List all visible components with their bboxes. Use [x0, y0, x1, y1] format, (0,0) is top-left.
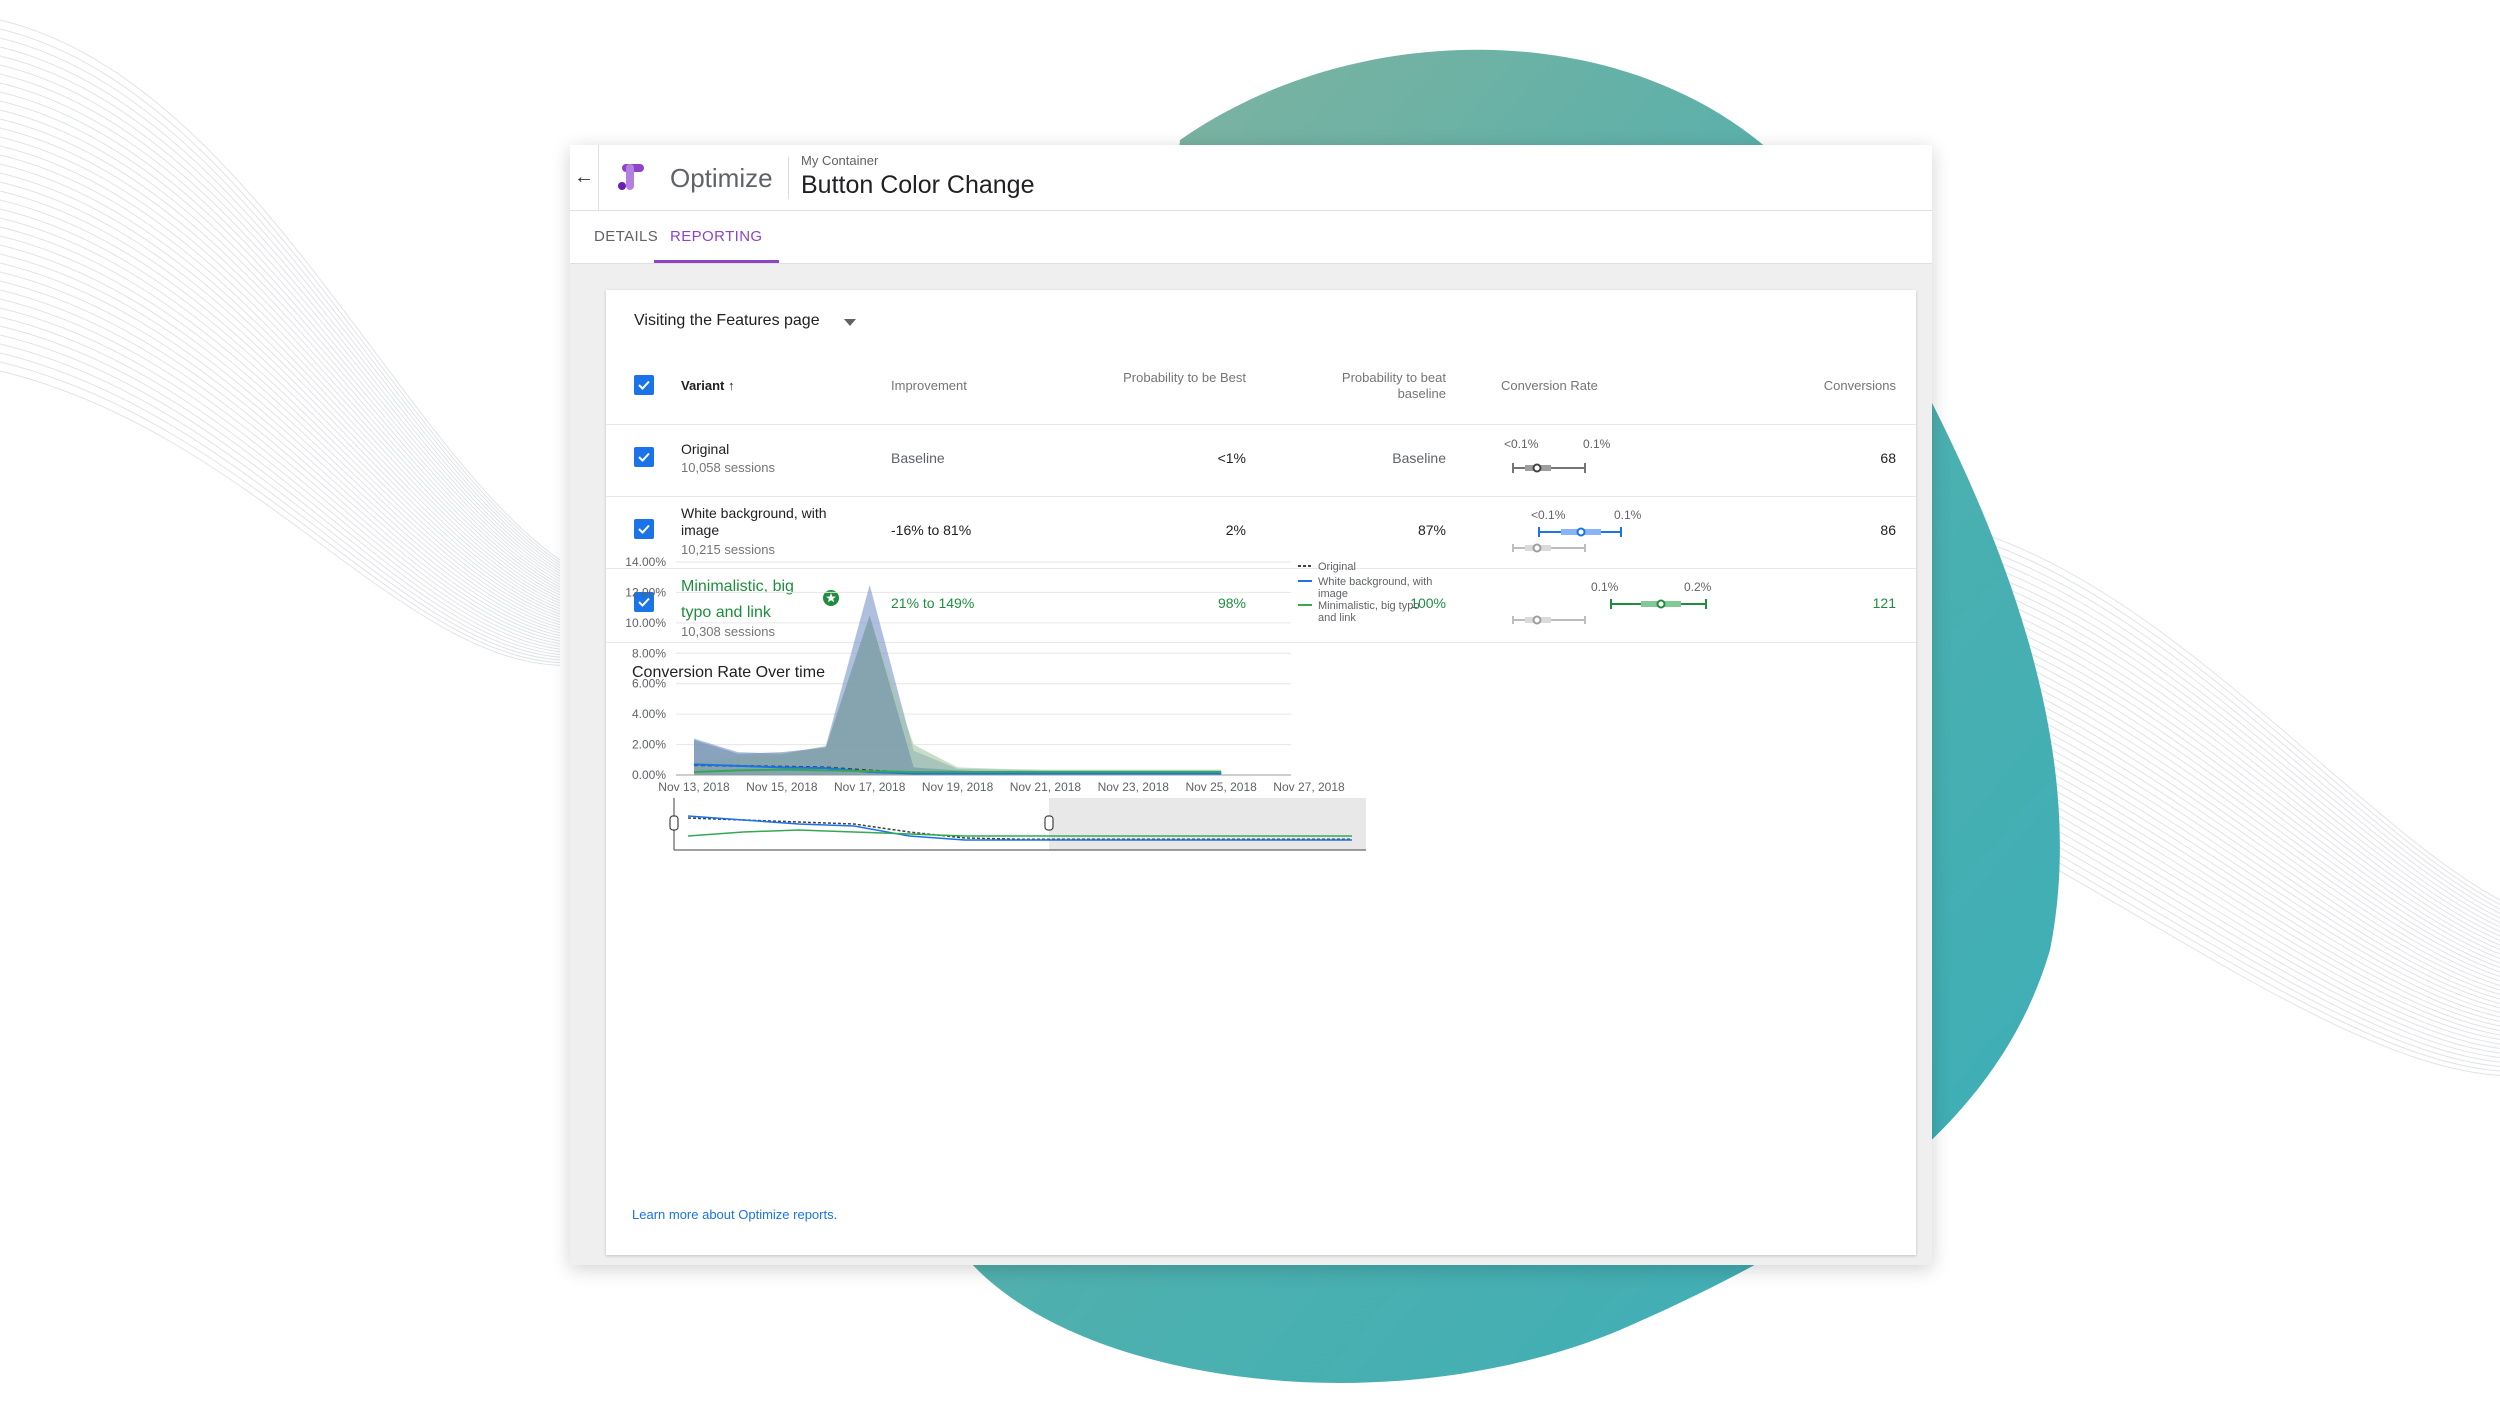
- optimize-logo-icon: [618, 164, 644, 190]
- x-tick-label: Nov 23, 2018: [1098, 780, 1170, 794]
- legend-label: image: [1318, 588, 1348, 600]
- tab-bar: DETAILS REPORTING: [570, 211, 1932, 264]
- x-tick-label: Nov 15, 2018: [746, 780, 818, 794]
- arrow-back-icon: ←: [574, 166, 594, 188]
- legend-label: Minimalistic, big typo: [1318, 600, 1419, 612]
- background-wave-line: [0, 109, 561, 588]
- y-tick-label: 4.00%: [632, 707, 666, 721]
- x-tick-label: Nov 19, 2018: [922, 780, 994, 794]
- confidence-band-2: [694, 618, 1222, 775]
- report-card: Visiting the Features page Variant ↑ Imp…: [606, 290, 1916, 1255]
- conversion-rate-chart: 0.00%2.00%4.00%6.00%8.00%10.00%12.00%14.…: [625, 555, 1432, 851]
- background-wave-line: [0, 361, 561, 664]
- back-button[interactable]: ←: [570, 145, 599, 210]
- y-tick-label: 8.00%: [632, 646, 666, 660]
- top-app-bar: ← Optimize My Container Button Color Cha…: [570, 145, 1932, 211]
- learn-more-link[interactable]: Learn more about Optimize reports.: [632, 1207, 837, 1222]
- background-wave-line: [0, 280, 561, 639]
- navigator-unselected-range: [1049, 798, 1366, 850]
- container-label[interactable]: My Container: [801, 153, 878, 168]
- background-wave-line: [0, 100, 561, 585]
- background-wave-line: [0, 19, 561, 561]
- x-tick-label: Nov 27, 2018: [1273, 780, 1345, 794]
- background-wave-line: [0, 73, 561, 577]
- x-tick-label: Nov 17, 2018: [834, 780, 906, 794]
- y-tick-label: 6.00%: [632, 677, 666, 691]
- y-tick-label: 12.00%: [625, 585, 666, 599]
- background-wave-line: [0, 208, 561, 618]
- background-wave-line: [0, 298, 561, 645]
- x-tick-label: Nov 21, 2018: [1010, 780, 1082, 794]
- background-wave-line: [0, 289, 561, 642]
- optimize-window: ← Optimize My Container Button Color Cha…: [570, 145, 1932, 1265]
- header-divider: [788, 157, 789, 199]
- y-tick-label: 10.00%: [625, 616, 666, 630]
- legend-label: and link: [1318, 612, 1356, 624]
- x-tick-label: Nov 25, 2018: [1185, 780, 1257, 794]
- navigator-handle: [1044, 815, 1054, 831]
- confidence-band-0: [694, 584, 1222, 775]
- background-wave-line: [0, 28, 561, 564]
- x-tick-label: Nov 13, 2018: [658, 780, 730, 794]
- legend-label: Original: [1318, 561, 1356, 573]
- y-tick-label: 2.00%: [632, 738, 666, 752]
- confidence-band-1: [694, 615, 1222, 775]
- navigator-handle: [669, 815, 679, 831]
- experiment-title: Button Color Change: [801, 171, 1035, 199]
- y-tick-label: 14.00%: [625, 555, 666, 569]
- tab-details[interactable]: DETAILS: [594, 211, 658, 263]
- background-wave-line: [0, 226, 561, 623]
- legend-label: White background, with: [1318, 576, 1432, 588]
- tab-reporting[interactable]: REPORTING: [654, 211, 779, 263]
- background-wave-line: [0, 181, 561, 610]
- app-name: Optimize: [670, 163, 773, 193]
- background-wave-line: [0, 316, 561, 650]
